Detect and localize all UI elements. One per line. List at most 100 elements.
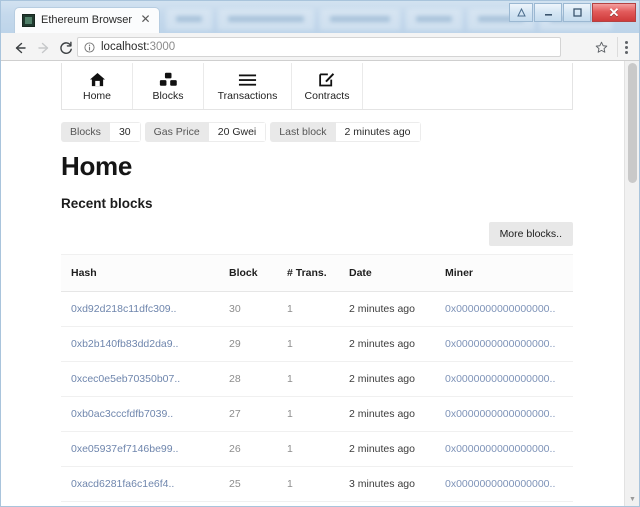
maximize-button[interactable] (563, 3, 591, 22)
back-arrow-icon (15, 42, 26, 53)
tab-title: Ethereum Browser (41, 14, 133, 26)
more-blocks-button[interactable]: More blocks.. (488, 222, 573, 246)
bookmark-star-button[interactable] (591, 37, 611, 57)
cell-hash: 0xb2b140fb83dd2da9.. (61, 326, 229, 362)
cell-trans: 1 (287, 291, 349, 327)
column-header-hash[interactable]: Hash (61, 254, 229, 292)
miner-link[interactable]: 0x0000000000000000.. (445, 478, 555, 490)
help-button[interactable] (509, 3, 533, 22)
nav-item-blocks[interactable]: Blocks (133, 63, 204, 109)
nav-label: Transactions (217, 90, 278, 102)
minimize-button[interactable] (534, 3, 562, 22)
cell-block: 29 (229, 326, 287, 362)
stat-value: 2 minutes ago (335, 122, 421, 142)
miner-link[interactable]: 0x0000000000000000.. (445, 373, 555, 385)
cell-hash: 0xd92d218c11dfc309.. (61, 291, 229, 327)
section-title: Recent blocks (61, 196, 153, 211)
miner-link[interactable]: 0x0000000000000000.. (445, 338, 555, 350)
table-row[interactable]: 0xb0ac3cccfdfb7039.. 27 1 2 minutes ago … (61, 396, 573, 432)
cell-block: 24 (229, 501, 287, 506)
stats-bar: Blocks 30 Gas Price 20 Gwei Last block 2… (61, 122, 573, 142)
hash-link[interactable]: 0xb2b140fb83dd2da9.. (71, 338, 178, 350)
cell-hash: 0xb0ac3cccfdfb7039.. (61, 396, 229, 432)
cell-date: 2 minutes ago (349, 396, 445, 432)
nav-item-home[interactable]: Home (62, 63, 133, 109)
scrollbar-thumb[interactable] (628, 63, 637, 183)
column-header-trans[interactable]: # Trans. (287, 254, 349, 292)
stat-value: 20 Gwei (208, 122, 267, 142)
nav-label: Blocks (152, 90, 184, 102)
browser-tab-active[interactable]: Ethereum Browser ✕ (14, 7, 160, 33)
nav-label: Home (82, 90, 111, 102)
scroll-down-icon[interactable]: ▼ (625, 492, 639, 506)
background-tab[interactable] (406, 9, 462, 30)
column-header-miner[interactable]: Miner (445, 254, 573, 292)
close-icon[interactable]: ✕ (138, 12, 153, 27)
cell-trans: 1 (287, 466, 349, 502)
cell-date: 2 minutes ago (349, 291, 445, 327)
url-text: localhost:3000 (101, 41, 175, 53)
ethereum-favicon-icon (22, 14, 35, 27)
stat-label: Blocks (61, 122, 110, 142)
menu-dot (624, 40, 628, 44)
stat-blocks[interactable]: Blocks 30 (61, 122, 141, 142)
nav-label: Contracts (304, 90, 350, 102)
miner-link[interactable]: 0x0000000000000000.. (445, 443, 555, 455)
close-button[interactable]: ✕ (592, 3, 636, 22)
column-header-date[interactable]: Date (349, 254, 445, 292)
home-icon (89, 70, 106, 87)
cell-trans: 1 (287, 501, 349, 506)
window-controls: ✕ (509, 3, 636, 22)
stat-value: 30 (109, 122, 141, 142)
cell-block: 25 (229, 466, 287, 502)
cell-hash: 0xacd6281fa6c1e6f4.. (61, 466, 229, 502)
nav-item-contracts[interactable]: Contracts (292, 63, 363, 109)
menu-dot (624, 50, 628, 54)
background-tab[interactable] (166, 9, 212, 30)
page-viewport: Home Blocks Transactions Contracts Block… (1, 61, 639, 506)
cubes-icon (159, 70, 178, 87)
cell-date: 3 minutes ago (349, 466, 445, 502)
cell-date: 2 minutes ago (349, 361, 445, 397)
table-header-row: Hash Block # Trans. Date Miner (61, 254, 573, 292)
cell-block: 27 (229, 396, 287, 432)
list-icon (238, 70, 257, 87)
cell-miner: 0x0000000000000000.. (445, 361, 573, 397)
hash-link[interactable]: 0xe05937ef7146be99.. (71, 443, 178, 455)
reload-button[interactable] (55, 37, 76, 58)
menu-dot (624, 45, 628, 49)
table-row[interactable]: 0xb2b140fb83dd2da9.. 29 1 2 minutes ago … (61, 326, 573, 362)
cell-trans: 1 (287, 361, 349, 397)
browser-toolbar: localhost:3000 (1, 33, 639, 61)
cell-trans: 1 (287, 326, 349, 362)
background-tab[interactable] (320, 9, 400, 30)
browser-menu-button[interactable] (617, 37, 634, 57)
hash-link[interactable]: 0xacd6281fa6c1e6f4.. (71, 478, 174, 490)
table-row[interactable]: 0x815d6939a5d0e1f0.. 24 1 3 minutes ago … (61, 501, 573, 506)
table-row[interactable]: 0xd92d218c11dfc309.. 30 1 2 minutes ago … (61, 291, 573, 327)
table-row[interactable]: 0xcec0e5eb70350b07.. 28 1 2 minutes ago … (61, 361, 573, 397)
stat-last-block[interactable]: Last block 2 minutes ago (270, 122, 421, 142)
miner-link[interactable]: 0x0000000000000000.. (445, 303, 555, 315)
stat-gas-price[interactable]: Gas Price 20 Gwei (144, 122, 267, 142)
back-button[interactable] (9, 37, 30, 58)
background-tab[interactable] (218, 9, 314, 30)
cell-date: 3 minutes ago (349, 501, 445, 506)
hash-link[interactable]: 0xcec0e5eb70350b07.. (71, 373, 180, 385)
cell-miner: 0x0000000000000000.. (445, 291, 573, 327)
table-row[interactable]: 0xacd6281fa6c1e6f4.. 25 1 3 minutes ago … (61, 466, 573, 502)
cell-trans: 1 (287, 396, 349, 432)
forward-button[interactable] (33, 37, 54, 58)
page-title: Home (61, 151, 133, 181)
nav-item-transactions[interactable]: Transactions (204, 63, 292, 109)
hash-link[interactable]: 0xb0ac3cccfdfb7039.. (71, 408, 173, 420)
address-bar[interactable]: localhost:3000 (77, 37, 561, 57)
stat-label: Gas Price (144, 122, 209, 142)
browser-window: Ethereum Browser ✕ ✕ localhost:3000 Home… (0, 0, 640, 507)
hash-link[interactable]: 0xd92d218c11dfc309.. (71, 303, 176, 315)
vertical-scrollbar[interactable]: ▲ ▼ (624, 61, 639, 506)
table-row[interactable]: 0xe05937ef7146be99.. 26 1 2 minutes ago … (61, 431, 573, 467)
column-header-block[interactable]: Block (229, 254, 287, 292)
miner-link[interactable]: 0x0000000000000000.. (445, 408, 555, 420)
